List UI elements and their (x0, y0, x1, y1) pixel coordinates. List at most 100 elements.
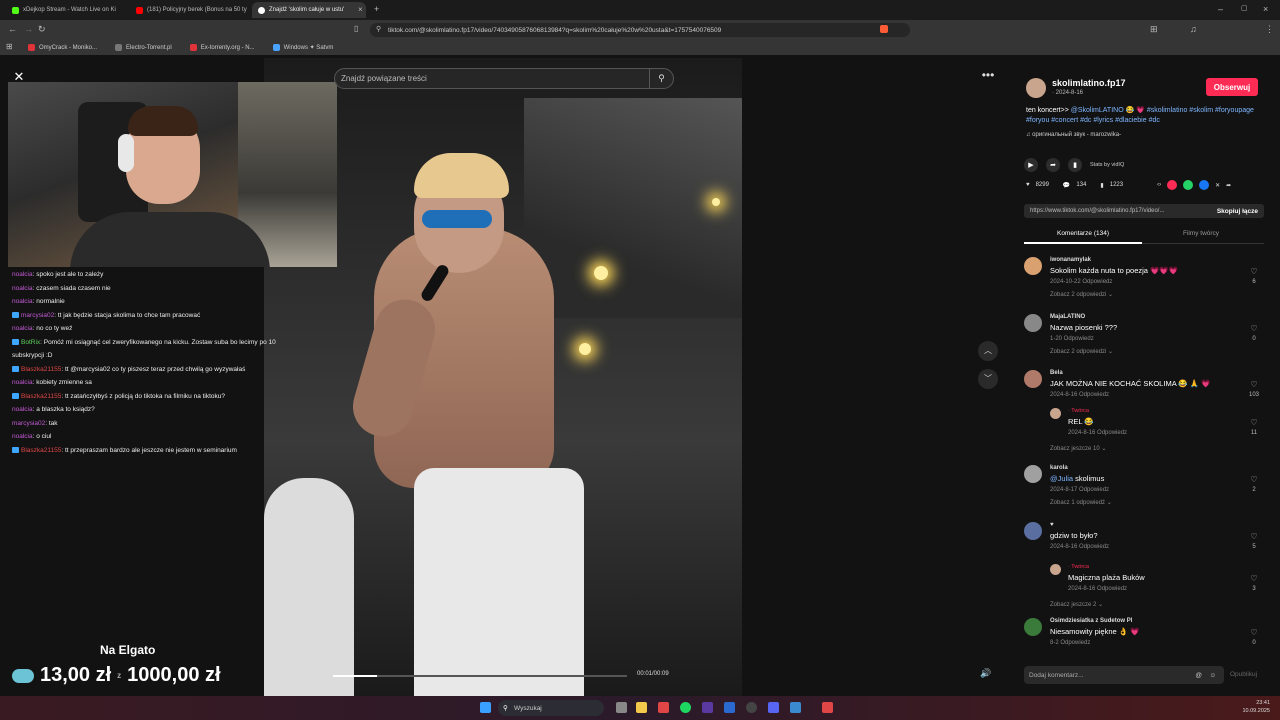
add-comment-input[interactable]: Dodaj komentarz... @ ☺ (1024, 666, 1224, 684)
facebook-icon[interactable] (1199, 180, 1210, 190)
emoji-icon[interactable]: ☺ (1209, 672, 1216, 679)
bookmark-icon[interactable]: ▯ (354, 24, 358, 34)
previous-video-icon[interactable]: ︿ (978, 341, 998, 361)
comment-meta[interactable]: 2024-8-16 Odpowiedz (1050, 392, 1109, 398)
heart-icon[interactable]: ♥ (1026, 182, 1030, 188)
brave-icon[interactable] (658, 702, 669, 713)
comment-meta[interactable]: 2024-8-17 Odpowiedz (1050, 487, 1109, 493)
discord-icon[interactable] (768, 702, 779, 713)
comment-mention[interactable]: @Julia (1050, 474, 1073, 483)
spotify-icon[interactable] (680, 702, 691, 713)
new-tab-icon[interactable]: + (374, 4, 379, 14)
author-avatar[interactable] (1026, 78, 1046, 98)
chat-username[interactable]: marcysia02 (21, 312, 54, 319)
telegram-icon[interactable] (790, 702, 801, 713)
commenter-avatar[interactable] (1024, 465, 1042, 483)
chat-username[interactable]: BotRix (21, 339, 40, 346)
commenter-name[interactable]: Osimdziesiatka z Sudetow Pl (1050, 618, 1132, 624)
chat-username[interactable]: marcysia02 (12, 420, 45, 427)
commenter-avatar[interactable] (1024, 314, 1042, 332)
like-heart-icon[interactable]: ♡ (1248, 267, 1260, 276)
commenter-name[interactable]: Bela (1050, 370, 1063, 376)
reply-meta[interactable]: 2024-8-16 Odpowiedz (1068, 586, 1127, 592)
view-more-replies-button[interactable]: Zobacz jeszcze 10 ⌄ (1050, 445, 1106, 452)
like-heart-icon[interactable]: ♡ (1248, 475, 1260, 484)
extensions-icon[interactable]: ⊞ (1150, 24, 1158, 34)
comment-meta[interactable]: 1-20 Odpowiedz (1050, 336, 1094, 342)
maximize-icon[interactable]: ▢ (1241, 4, 1248, 14)
bookmark-item[interactable]: Electro-Torrent.pl (115, 44, 172, 51)
view-replies-button[interactable]: Zobacz 2 odpowiedzi ⌄ (1050, 348, 1113, 355)
forward-icon[interactable]: → (24, 24, 33, 34)
bookmark-item[interactable]: OmyCrack - Moniko... (28, 44, 97, 51)
minimize-icon[interactable]: – (1218, 4, 1223, 14)
comment-meta[interactable]: 2024-10-22 Odpowiedz (1050, 279, 1112, 285)
chat-username[interactable]: Blaszka21155 (21, 393, 61, 400)
next-video-icon[interactable]: ﹀ (978, 369, 998, 389)
forward-share-icon[interactable]: ➦ (1226, 182, 1231, 189)
photoshop-icon[interactable] (724, 702, 735, 713)
search-icon[interactable]: ⚲ (649, 69, 673, 88)
like-heart-icon[interactable]: ♡ (1248, 380, 1260, 389)
copy-link-button[interactable]: Skopiuj łącze (1217, 208, 1258, 215)
embed-icon[interactable]: ‹› (1157, 182, 1161, 188)
commenter-avatar[interactable] (1024, 370, 1042, 388)
reload-icon[interactable]: ↻ (38, 24, 46, 34)
author-username[interactable]: skolimlatino.fp17 (1052, 78, 1126, 88)
bookmark-item[interactable]: Ex-torrenty.org - N... (189, 44, 255, 51)
tiktok-share-icon[interactable] (1167, 180, 1178, 190)
x-share-icon[interactable]: ✕ (1215, 182, 1220, 189)
commenter-avatar[interactable] (1024, 618, 1042, 636)
related-search-input[interactable]: Znajdź powiązane treści ⚲ (334, 68, 674, 89)
like-heart-icon[interactable]: ♡ (1248, 324, 1260, 333)
apps-grid-icon[interactable]: ⊞ (6, 42, 13, 52)
chat-username[interactable]: Blaszka21155 (21, 447, 61, 454)
commenter-name[interactable]: MajaLATINO (1050, 314, 1085, 320)
reply-meta[interactable]: 2024-8-16 Odpowiedz (1068, 430, 1127, 436)
chat-username[interactable]: noalcia (12, 379, 33, 386)
task-view-icon[interactable] (616, 702, 627, 713)
window-close-icon[interactable]: × (1263, 4, 1268, 14)
obs-icon[interactable] (746, 702, 757, 713)
commenter-name[interactable]: ♥ (1050, 522, 1054, 528)
back-icon[interactable]: ← (8, 24, 17, 34)
like-heart-icon[interactable]: ♡ (1248, 574, 1260, 583)
comment-meta[interactable]: 2024-8-16 Odpowiedz (1050, 544, 1109, 550)
reply-avatar[interactable] (1050, 564, 1061, 575)
like-heart-icon[interactable]: ♡ (1248, 628, 1260, 637)
publish-button[interactable]: Opublikuj (1230, 671, 1257, 678)
file-explorer-icon[interactable] (636, 702, 647, 713)
close-video-icon[interactable]: ✕ (12, 70, 26, 84)
whatsapp-icon[interactable] (1183, 180, 1194, 190)
taskbar-search[interactable]: ⚲ Wyszukaj (498, 700, 604, 716)
chat-username[interactable]: noalcia (12, 298, 33, 305)
tab-comments[interactable]: Komentarze (134) (1024, 228, 1142, 244)
commenter-avatar[interactable] (1024, 522, 1042, 540)
media-icon[interactable]: ♫ (1190, 24, 1197, 34)
view-more-replies-button[interactable]: Zobacz jeszcze 2 ⌄ (1050, 601, 1103, 608)
commenter-name[interactable]: iwonanamylak (1050, 257, 1091, 263)
menu-dots-icon[interactable]: ⋮ (1265, 24, 1274, 34)
view-replies-button[interactable]: Zobacz 1 odpowiedź ⌄ (1050, 499, 1112, 506)
view-replies-button[interactable]: Zobacz 2 odpowiedzi ⌄ (1050, 291, 1113, 298)
sound-link[interactable]: ♫ оригинальный звук - marozwika- (1026, 132, 1121, 138)
tab-kick-stream[interactable]: xDejkop Stream - Watch Live on Ki (6, 2, 128, 18)
comment-meta[interactable]: 8-2 Odpowiedz (1050, 640, 1090, 646)
tab-youtube[interactable]: (181) Policyjny berek (Bonus na 50 ty (130, 2, 252, 18)
bookmark-save-icon[interactable]: ▮ (1100, 182, 1103, 189)
tab-creator-videos[interactable]: Filmy twórcy (1142, 228, 1260, 244)
site-info-icon[interactable]: ⚲ (376, 25, 381, 35)
chat-username[interactable]: noalcia (12, 285, 33, 292)
reply-avatar[interactable] (1050, 408, 1061, 419)
premiere-icon[interactable] (702, 702, 713, 713)
more-options-icon[interactable]: ••• (978, 69, 998, 84)
volume-icon[interactable]: 🔊 (980, 668, 991, 679)
mention-icon[interactable]: @ (1195, 672, 1202, 679)
system-clock[interactable]: 23:41 10.09.2025 (1242, 699, 1270, 715)
commenter-avatar[interactable] (1024, 257, 1042, 275)
like-heart-icon[interactable]: ♡ (1248, 418, 1260, 427)
chat-username[interactable]: Blaszka21155 (21, 366, 61, 373)
chat-username[interactable]: noalcia (12, 325, 33, 332)
chat-username[interactable]: noalcia (12, 406, 33, 413)
chat-username[interactable]: noalcia (12, 433, 33, 440)
